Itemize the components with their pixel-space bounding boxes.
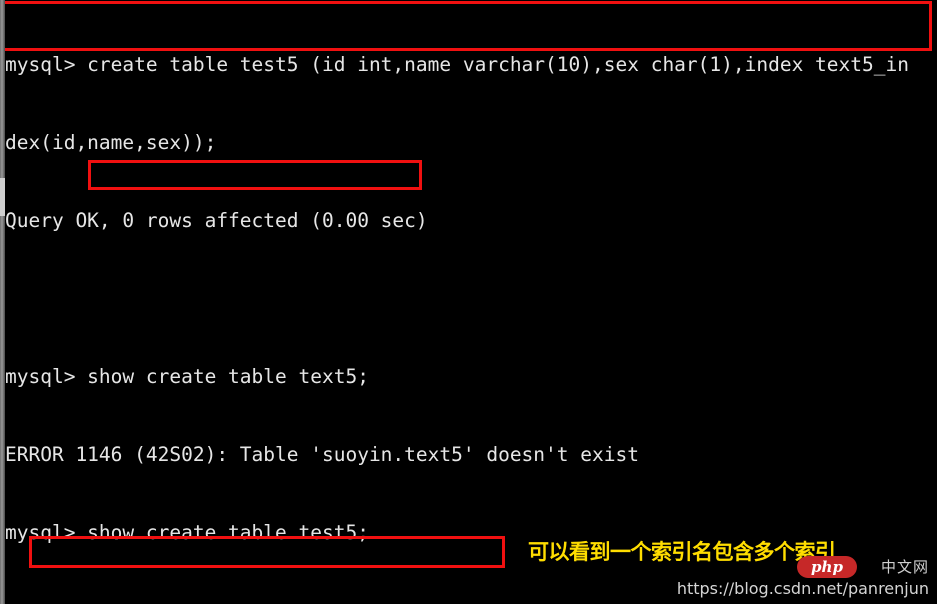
php-logo-icon: php — [797, 554, 859, 580]
vertical-scrollbar[interactable] — [0, 0, 5, 604]
terminal-line: mysql> show create table text5; — [5, 365, 369, 388]
watermark-site-name: 中文网 — [880, 558, 929, 576]
terminal-line: Query OK, 0 rows affected (0.00 sec) — [5, 209, 428, 232]
terminal-output[interactable]: mysql> create table test5 (id int,name v… — [5, 0, 937, 604]
watermark-url: https://blog.csdn.net/panrenjun — [676, 579, 929, 598]
terminal-line: ERROR 1146 (42S02): Table 'suoyin.text5'… — [5, 443, 639, 466]
terminal-screenshot: mysql> create table test5 (id int,name v… — [0, 0, 937, 604]
terminal-line: dex(id,name,sex)); — [5, 131, 217, 154]
scrollbar-thumb[interactable] — [0, 178, 5, 216]
watermark: php 中文网 https://blog.csdn.net/panrenjun — [631, 554, 931, 600]
php-logo-text: php — [811, 558, 843, 576]
terminal-line: mysql> create table test5 (id int,name v… — [5, 53, 909, 76]
